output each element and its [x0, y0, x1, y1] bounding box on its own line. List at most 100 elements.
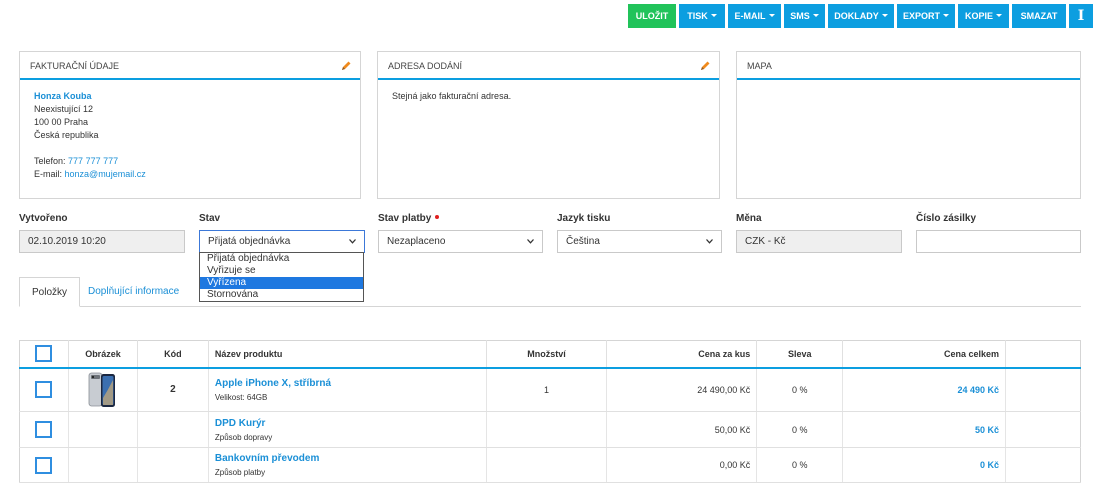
tab-extra-info[interactable]: Doplňující informace	[76, 277, 191, 307]
phone-link[interactable]: 777 777 777	[68, 156, 118, 166]
sms-label: SMS	[790, 11, 810, 21]
documents-button[interactable]: DOKLADY	[828, 4, 894, 28]
info-icon: i	[1077, 8, 1085, 24]
select-all-checkbox[interactable]	[35, 345, 53, 363]
pencil-icon[interactable]	[699, 60, 711, 72]
column-header-discount: Sleva	[756, 340, 844, 369]
product-image-cell	[68, 411, 138, 448]
payment-status-value: Nezaplaceno	[387, 236, 446, 247]
billing-panel-header: FAKTURAČNÍ ÚDAJE	[20, 52, 360, 80]
parcel-number-input[interactable]	[916, 230, 1081, 253]
currency-value: CZK - Kč	[745, 236, 786, 247]
row-actions-cell	[1005, 447, 1081, 483]
print-button[interactable]: TISK	[679, 4, 725, 28]
billing-country: Česká republika	[34, 130, 99, 140]
product-discount: 0 %	[756, 411, 844, 448]
save-button[interactable]: ULOŽIT	[628, 4, 676, 28]
billing-panel: FAKTURAČNÍ ÚDAJE Honza Kouba Neexistujíc…	[19, 51, 361, 199]
parcel-number-label: Číslo zásilky	[916, 213, 977, 224]
tab-divider	[19, 306, 1081, 307]
created-field: 02.10.2019 10:20	[19, 230, 185, 253]
column-header-actions	[1005, 340, 1081, 369]
product-quantity: 1	[486, 367, 608, 412]
chevron-down-icon	[349, 239, 356, 244]
status-option-highlighted[interactable]: Vyřízena	[200, 277, 363, 289]
status-option[interactable]: Přijatá objednávka	[200, 253, 363, 265]
caret-down-icon	[768, 14, 775, 18]
payment-status-label: Stav platby	[378, 213, 440, 224]
product-unit-price: 24 490,00 Kč	[606, 367, 758, 412]
delete-button[interactable]: SMAZAT	[1012, 4, 1066, 28]
phone-row: Telefon: 777 777 777	[34, 155, 346, 168]
column-header-name: Název produktu	[208, 340, 487, 369]
copies-button[interactable]: KOPIE	[958, 4, 1009, 28]
shipping-name-link[interactable]: DPD Kurýr	[215, 418, 480, 429]
product-code	[137, 411, 209, 448]
product-name-cell: Bankovním převodem Způsob platby	[208, 447, 487, 483]
table-row: Bankovním převodem Způsob platby 0,00 Kč…	[19, 447, 1081, 483]
select-all-cell	[19, 340, 69, 369]
payment-status-label-text: Stav platby	[378, 213, 432, 224]
documents-label: DOKLADY	[834, 11, 879, 21]
required-dot-icon	[435, 215, 440, 220]
payment-subtitle: Způsob platby	[214, 468, 266, 477]
created-label: Vytvořeno	[19, 213, 68, 224]
chevron-down-icon	[706, 239, 713, 244]
product-name-cell: DPD Kurýr Způsob dopravy	[208, 411, 487, 448]
info-button[interactable]: i	[1069, 4, 1093, 28]
caret-down-icon	[710, 14, 717, 18]
email-label: E-mail:	[34, 169, 63, 179]
product-variant: Velikost: 64GB	[214, 392, 268, 402]
row-checkbox[interactable]	[35, 456, 53, 474]
print-label: TISK	[687, 11, 708, 21]
caret-down-icon	[881, 14, 888, 18]
status-dropdown: Přijatá objednávka Vyřizuje se Vyřízena …	[199, 252, 364, 302]
status-label: Stav	[199, 213, 221, 224]
column-header-unit-price: Cena za kus	[606, 340, 758, 369]
print-language-select[interactable]: Čeština	[557, 230, 722, 253]
caret-down-icon	[996, 14, 1002, 18]
items-table: Obrázek Kód Název produktu Množství Cena…	[19, 340, 1081, 483]
payment-status-select[interactable]: Nezaplaceno	[378, 230, 543, 253]
row-actions-cell	[1005, 411, 1081, 448]
product-name-cell: Apple iPhone X, stříbrná Velikost: 64GB	[208, 367, 487, 412]
product-code: 2	[137, 367, 209, 412]
column-header-quantity: Množství	[486, 340, 608, 369]
table-row: DPD Kurýr Způsob dopravy 50,00 Kč 0 % 50…	[19, 411, 1081, 448]
row-checkbox[interactable]	[35, 381, 53, 399]
pencil-icon[interactable]	[340, 60, 352, 72]
product-name-link[interactable]: Apple iPhone X, stříbrná	[215, 378, 480, 389]
language-label: Jazyk tisku	[557, 213, 611, 224]
status-select-value: Přijatá objednávka	[208, 236, 291, 247]
email-button[interactable]: E-MAIL	[728, 4, 781, 28]
toolbar: ULOŽIT TISK E-MAIL SMS DOKLADY EXPORT KO…	[0, 4, 1100, 28]
delivery-panel: ADRESA DODÁNÍ Stejná jako fakturační adr…	[377, 51, 720, 199]
sms-button[interactable]: SMS	[784, 4, 825, 28]
map-title: MAPA	[747, 61, 772, 71]
copies-label: KOPIE	[964, 11, 993, 21]
row-checkbox[interactable]	[35, 421, 53, 438]
map-panel-header: MAPA	[737, 52, 1080, 80]
customer-name[interactable]: Honza Kouba	[34, 90, 346, 103]
product-unit-price: 50,00 Kč	[606, 411, 758, 448]
column-header-total: Cena celkem	[842, 340, 1007, 369]
currency-label: Měna	[736, 213, 762, 224]
billing-city: 100 00 Praha	[34, 117, 89, 127]
table-row: 2 Apple iPhone X, stříbrná Velikost: 64G…	[19, 367, 1081, 412]
email-link[interactable]: honza@mujemail.cz	[65, 169, 146, 179]
status-option[interactable]: Vyřizuje se	[200, 265, 363, 277]
billing-street: Neexistující 12	[34, 104, 94, 114]
tab-items[interactable]: Položky	[19, 277, 81, 307]
export-button[interactable]: EXPORT	[897, 4, 955, 28]
status-select[interactable]: Přijatá objednávka	[199, 230, 365, 253]
delivery-title: ADRESA DODÁNÍ	[388, 61, 463, 71]
payment-name-link[interactable]: Bankovním převodem	[215, 453, 480, 464]
product-unit-price: 0,00 Kč	[606, 447, 758, 483]
product-total: 24 490 Kč	[842, 367, 1007, 412]
product-image[interactable]	[88, 372, 118, 408]
status-option[interactable]: Stornována	[200, 289, 363, 301]
product-image-cell	[68, 447, 138, 483]
product-quantity	[486, 411, 608, 448]
shipping-subtitle: Způsob dopravy	[214, 432, 273, 442]
